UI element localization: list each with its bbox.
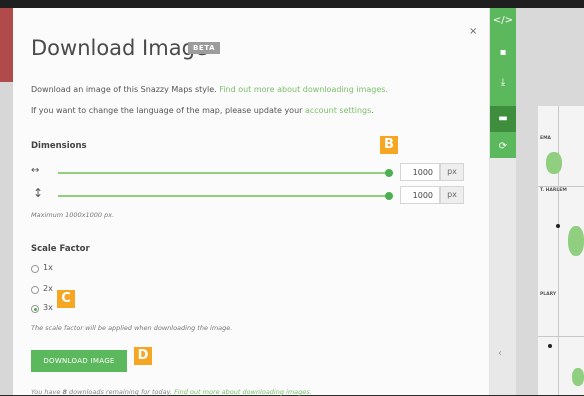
download-image-modal: × Download Image BETA Download an image … bbox=[13, 8, 490, 396]
save-icon[interactable]: ▪ bbox=[490, 40, 516, 66]
height-input[interactable] bbox=[400, 186, 440, 204]
scale-2x-radio[interactable] bbox=[31, 286, 39, 294]
map-label: EMA bbox=[540, 136, 552, 141]
width-slider-handle[interactable] bbox=[385, 169, 393, 177]
width-slider[interactable] bbox=[58, 172, 388, 174]
refresh-icon[interactable]: ⟳ bbox=[490, 134, 516, 160]
callout-c: C bbox=[57, 290, 75, 308]
close-icon[interactable]: × bbox=[469, 26, 477, 37]
download-image-button[interactable]: DOWNLOAD IMAGE bbox=[31, 350, 127, 372]
code-icon[interactable]: </> bbox=[490, 8, 516, 34]
map-road bbox=[558, 106, 559, 395]
map-park bbox=[546, 152, 562, 174]
chevron-left-icon[interactable]: ‹ bbox=[498, 348, 502, 359]
account-settings-link[interactable]: account settings bbox=[305, 106, 371, 115]
map-label: PLARY bbox=[540, 292, 557, 297]
learn-more-link[interactable]: Find out more about downloading images. bbox=[219, 85, 388, 94]
intro-text: Download an image of this Snazzy Maps st… bbox=[31, 85, 388, 94]
scale-factor-heading: Scale Factor bbox=[31, 244, 90, 254]
horizontal-arrows-icon: ↔ bbox=[31, 165, 40, 176]
map-park bbox=[572, 368, 584, 386]
scale-3x-radio[interactable] bbox=[31, 305, 39, 313]
max-size-note: Maximum 1000x1000 px. bbox=[31, 211, 115, 219]
language-text: If you want to change the language of th… bbox=[31, 106, 374, 115]
map-preview[interactable]: EMA T. HARLEM PLARY bbox=[516, 8, 584, 395]
scale-factor-note: The scale factor will be applied when do… bbox=[31, 324, 233, 332]
background-red-strip bbox=[0, 8, 13, 82]
window-top-edge bbox=[0, 0, 584, 8]
map-marker bbox=[548, 344, 552, 348]
scale-1x-label[interactable]: 1x bbox=[43, 263, 53, 272]
height-slider[interactable] bbox=[58, 195, 388, 197]
vertical-arrows-icon: ↕ bbox=[33, 186, 44, 200]
map-park bbox=[568, 226, 584, 256]
image-icon[interactable]: ▬ bbox=[490, 106, 516, 132]
width-input[interactable] bbox=[400, 163, 440, 181]
editor-toolbar: </> ▪ ⤓ ▬ ⟳ ‹ bbox=[490, 8, 516, 395]
height-unit: px bbox=[440, 186, 464, 204]
height-slider-handle[interactable] bbox=[385, 192, 393, 200]
map-road bbox=[538, 336, 584, 337]
download-icon[interactable]: ⤓ bbox=[490, 70, 516, 96]
width-unit: px bbox=[440, 163, 464, 181]
scale-3x-label[interactable]: 3x bbox=[43, 303, 53, 312]
scale-1x-radio[interactable] bbox=[31, 265, 39, 273]
map-road bbox=[538, 186, 584, 187]
scale-2x-label[interactable]: 2x bbox=[43, 284, 53, 293]
beta-badge: BETA bbox=[188, 42, 221, 54]
callout-d: D bbox=[134, 347, 152, 365]
map-label: T. HARLEM bbox=[540, 188, 567, 193]
map-marker bbox=[556, 224, 560, 228]
dimensions-heading: Dimensions bbox=[31, 141, 87, 151]
modal-title: Download Image bbox=[31, 36, 208, 60]
map-canvas[interactable]: EMA T. HARLEM PLARY bbox=[538, 106, 584, 395]
callout-b: B bbox=[380, 136, 398, 154]
